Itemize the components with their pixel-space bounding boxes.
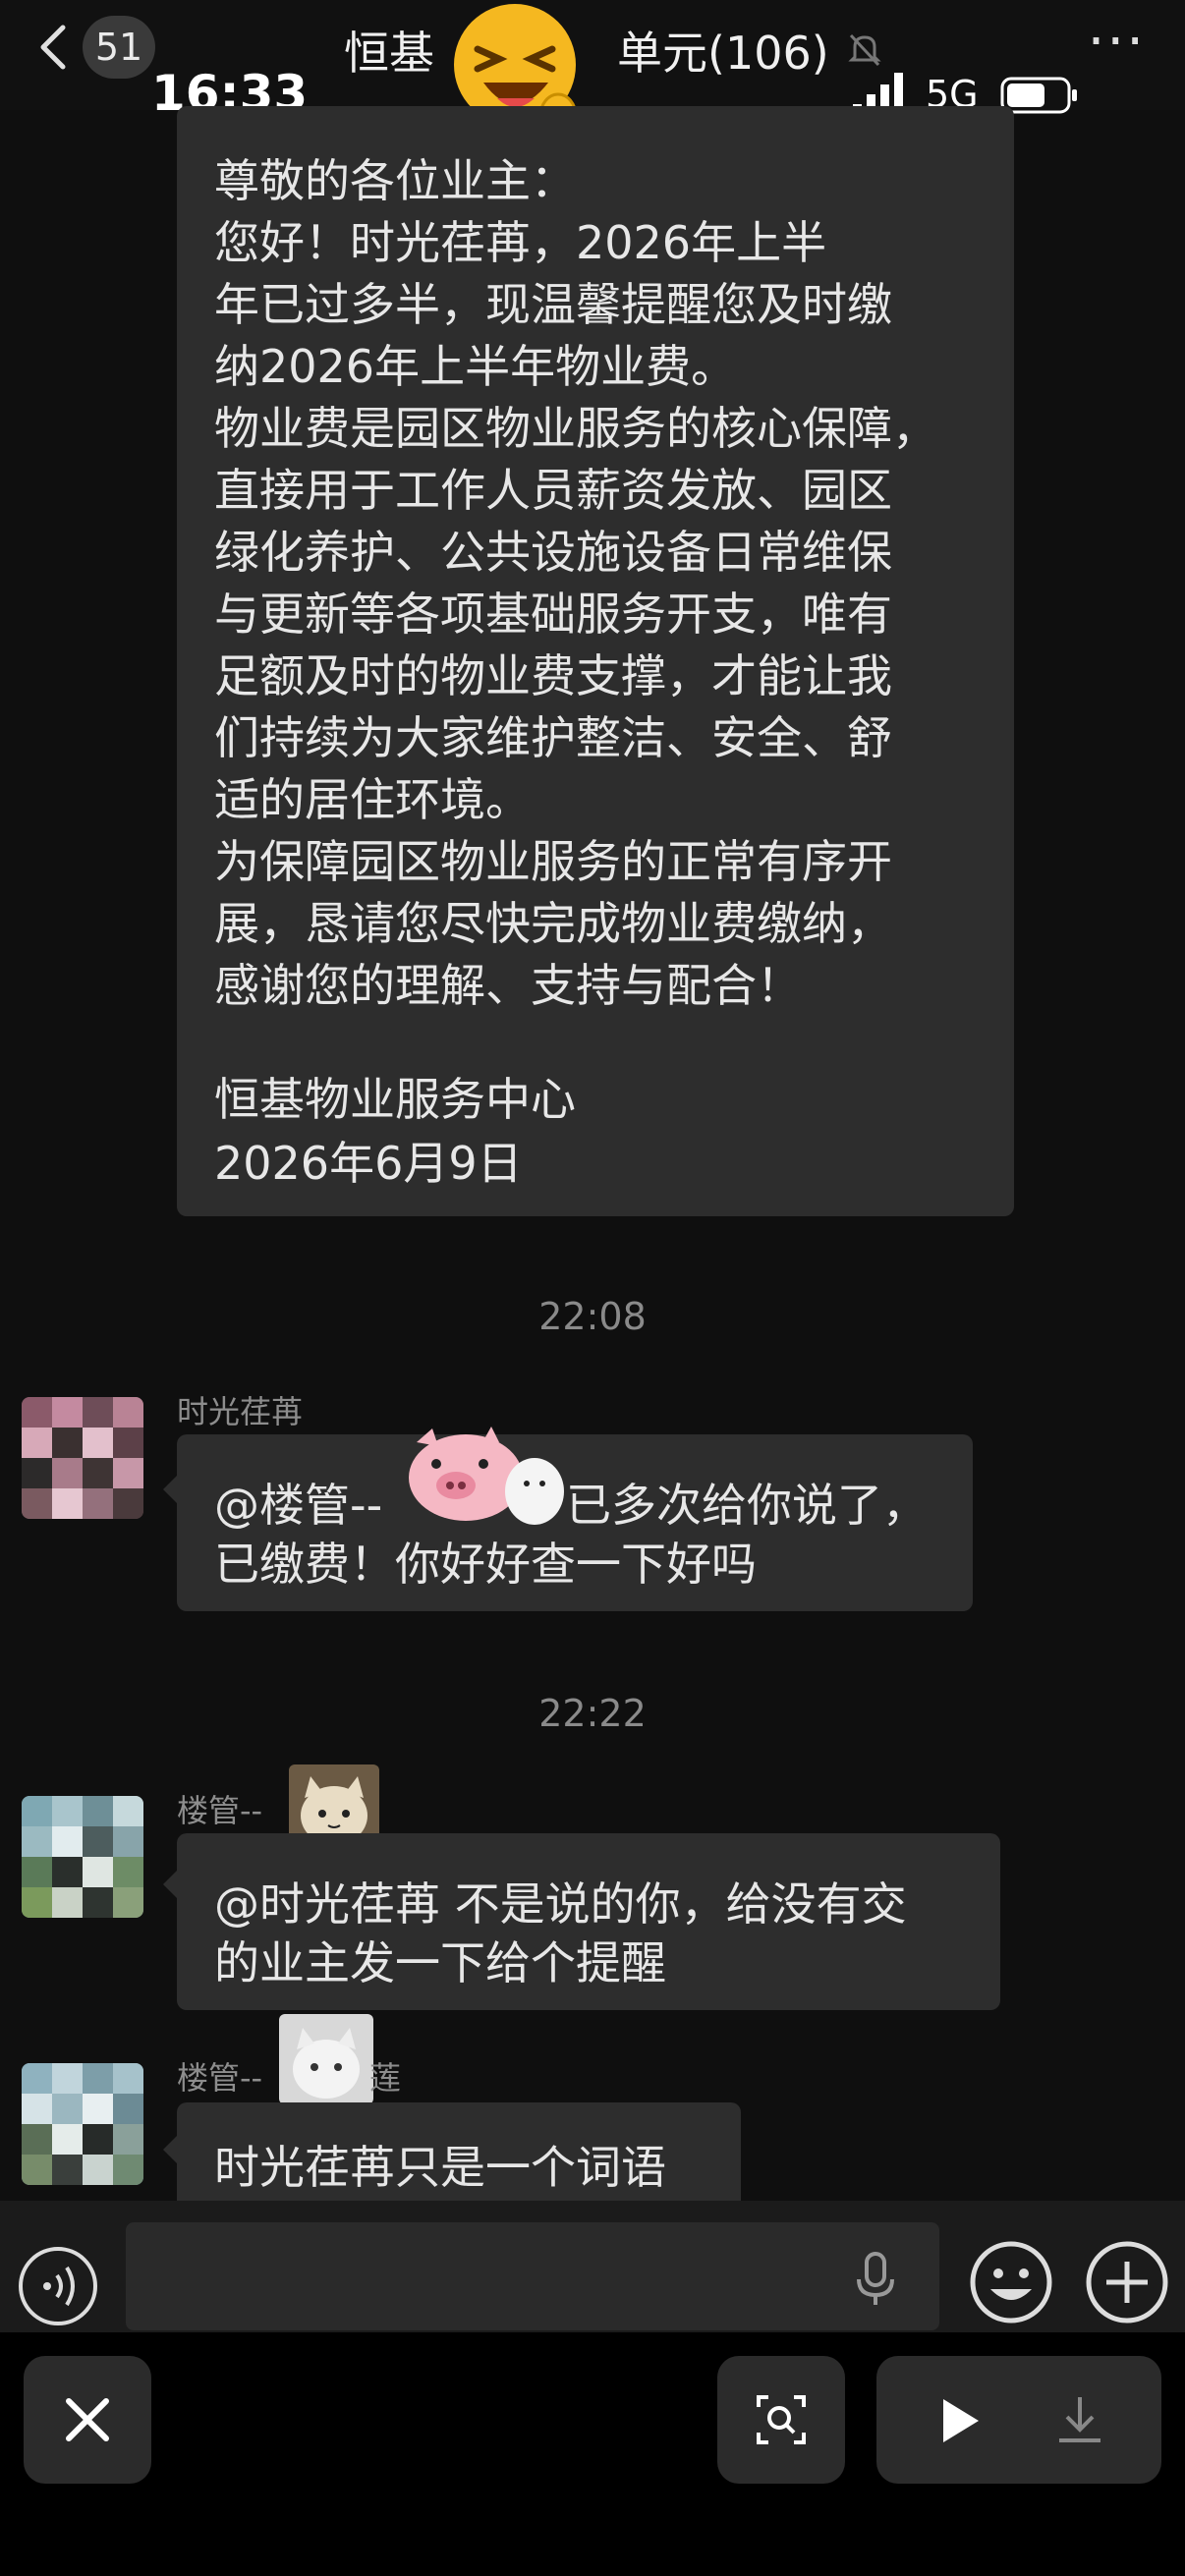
mic-icon[interactable] [851, 2250, 900, 2309]
notice-line: 为保障园区物业服务的正常有序开 [214, 835, 892, 888]
notice-line: 纳2026年上半年物业费。 [214, 340, 737, 393]
play-icon[interactable] [930, 2391, 988, 2450]
message-input[interactable] [126, 2222, 939, 2330]
notice-line: 年已过多半，现温馨提醒您及时缴 [214, 278, 892, 331]
message-bubble: @时光荏苒 不是说的你，给没有交 的业主发一下给个提醒 [177, 1833, 1000, 2010]
timestamp: 22:08 [538, 1295, 647, 1338]
scan-button[interactable] [717, 2356, 845, 2484]
message-text: 的业主发一下给个提醒 [214, 1936, 666, 1989]
voice-icon[interactable] [16, 2244, 100, 2328]
message-text: 已多次给你说了， [566, 1479, 928, 1532]
more-options-button[interactable]: ··· [1088, 10, 1146, 74]
notice-line: 尊敬的各位业主： [214, 154, 576, 207]
sender-name-suffix: 莲 [369, 2059, 402, 2097]
scan-icon [757, 2395, 806, 2444]
sender-name: 楼管-- [177, 2059, 263, 2097]
unread-count-badge[interactable]: 51 [83, 16, 155, 79]
chat-title-right: 单元(106) [617, 27, 829, 80]
sender-name: 时光荏苒 [177, 1393, 304, 1430]
emoji-icon[interactable] [967, 2238, 1055, 2326]
notice-message-bubble: 尊敬的各位业主： 您好！时光荏苒，2026年上半 年已过多半，现温馨提醒您及时缴… [177, 106, 1014, 1216]
chat-title-left: 恒基 [344, 27, 434, 80]
bell-muted-icon [843, 28, 886, 71]
plus-icon[interactable] [1083, 2238, 1171, 2326]
notice-line: 感谢您的理解、支持与配合！ [214, 959, 802, 1012]
battery-icon [1000, 77, 1079, 114]
notice-line: 们持续为大家维护整洁、安全、舒 [214, 711, 892, 764]
close-button[interactable] [24, 2356, 151, 2484]
message-mention: @楼管-- [214, 1479, 383, 1532]
notice-line: 物业费是园区物业服务的核心保障， [214, 402, 937, 455]
download-icon[interactable] [1049, 2389, 1110, 2450]
message-text: @时光荏苒 不是说的你，给没有交 [214, 1877, 907, 1931]
message-text: 已缴费！你好好查一下好吗 [214, 1538, 757, 1591]
notice-signature: 恒基物业服务中心 [214, 1073, 576, 1126]
notice-date: 2026年6月9日 [214, 1137, 523, 1190]
notice-line: 直接用于工作人员薪资发放、园区 [214, 464, 892, 517]
notice-line: 适的居住环境。 [214, 773, 531, 826]
avatar[interactable] [22, 1397, 143, 1519]
cat-sticker [279, 2014, 373, 2104]
notice-line: 展，恳请您尽快完成物业费缴纳， [214, 897, 892, 950]
notice-line: 与更新等各项基础服务开支，唯有 [214, 588, 892, 641]
back-chevron-icon[interactable] [26, 18, 85, 77]
notice-line: 足额及时的物业费支撑，才能让我 [214, 649, 892, 702]
avatar[interactable] [22, 2063, 143, 2185]
message-bubble: @楼管-- 已多次给你说了， 已缴费！你好好查一下好吗 [177, 1434, 973, 1611]
message-text: 时光荏苒只是一个词语 [214, 2141, 666, 2194]
notice-line: 您好！时光荏苒，2026年上半 [214, 216, 827, 269]
avatar[interactable] [22, 1796, 143, 1918]
playback-controls [876, 2356, 1161, 2484]
notice-line: 绿化养护、公共设施设备日常维保 [214, 526, 892, 579]
sender-name: 楼管-- [177, 1792, 263, 1829]
pig-sticker [397, 1423, 570, 1531]
timestamp: 22:22 [538, 1692, 647, 1735]
close-icon [66, 2398, 109, 2441]
